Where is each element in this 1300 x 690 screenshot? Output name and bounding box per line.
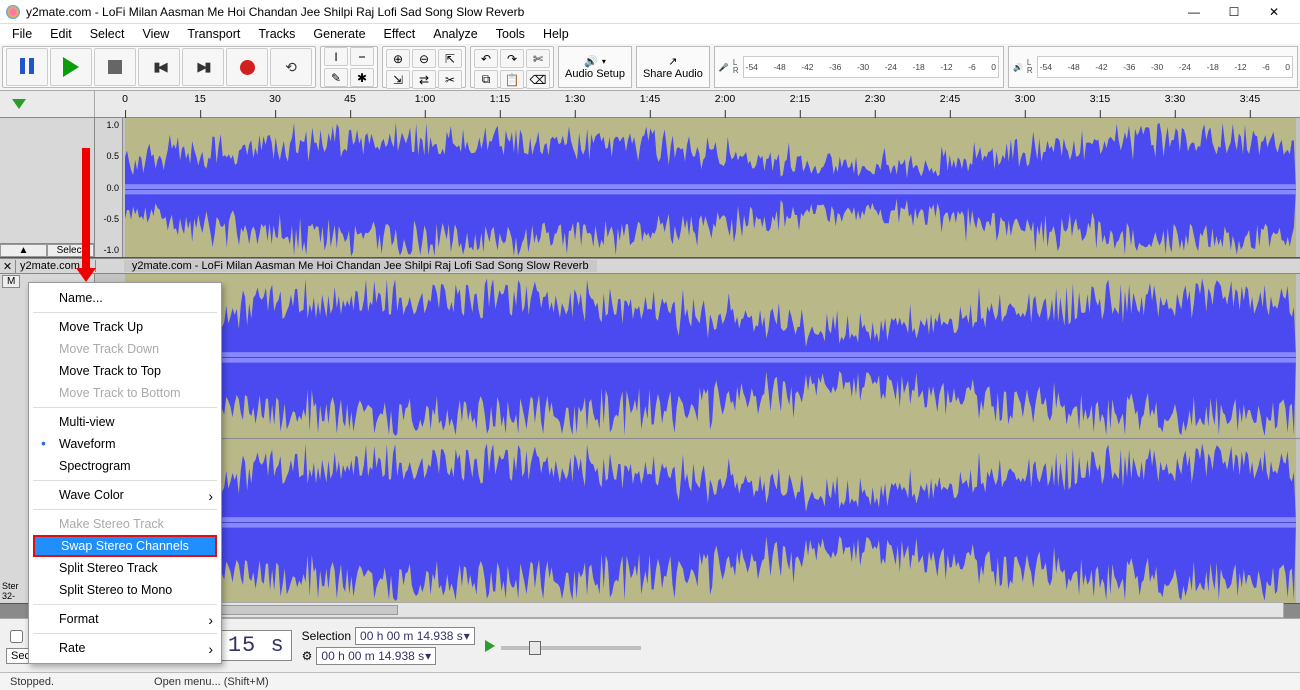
menu-move-bottom[interactable]: Move Track to Bottom — [29, 382, 221, 404]
record-meter[interactable]: 🎤 LR -54-48-42-36-30-24-18-12-60 — [714, 46, 1004, 88]
snap-checkbox[interactable] — [10, 630, 23, 643]
annotation-arrow-icon — [82, 148, 90, 268]
track-2-waveform[interactable] — [95, 274, 1300, 603]
menu-split-stereo[interactable]: Split Stereo Track — [29, 557, 221, 579]
gear-icon[interactable]: ⚙ — [302, 649, 313, 663]
window-title: y2mate.com - LoFi Milan Aasman Me Hoi Ch… — [26, 5, 1174, 19]
draw-tool-icon[interactable]: ✎ — [324, 68, 348, 87]
status-right: Open menu... (Shift+M) — [154, 676, 269, 688]
track-2-close-button[interactable]: ✕ — [0, 260, 16, 273]
play-button[interactable] — [50, 48, 92, 86]
record-button[interactable] — [226, 48, 268, 86]
playback-meter[interactable]: 🔊 LR -54-48-42-36-30-24-18-12-60 — [1008, 46, 1298, 88]
menu-tracks[interactable]: Tracks — [250, 25, 303, 43]
undo-icon[interactable]: ↶ — [474, 49, 498, 68]
app-logo-icon — [6, 5, 20, 19]
paste-icon[interactable]: 📋 — [500, 70, 524, 89]
menu-generate[interactable]: Generate — [305, 25, 373, 43]
menu-make-stereo[interactable]: Make Stereo Track — [29, 513, 221, 535]
play-at-speed-icon[interactable] — [485, 640, 495, 652]
playback-speed-slider[interactable] — [501, 646, 641, 650]
minimize-button[interactable]: — — [1174, 0, 1214, 24]
fit-project-icon[interactable]: ⇲ — [386, 70, 410, 89]
share-audio-button[interactable]: ↗ Share Audio — [636, 46, 710, 88]
track-2-title: y2mate.com - LoFi Milan Aasman Me Hoi Ch… — [124, 260, 597, 272]
menu-tools[interactable]: Tools — [488, 25, 533, 43]
tools-group: I ⎯ ✎ ✱ — [320, 46, 378, 88]
cut-icon[interactable]: ✄ — [526, 49, 550, 68]
maximize-button[interactable]: ☐ — [1214, 0, 1254, 24]
menu-spectrogram[interactable]: Spectrogram — [29, 455, 221, 477]
menu-view[interactable]: View — [134, 25, 177, 43]
mute-button[interactable]: M — [2, 275, 20, 288]
zoom-edit-group: ⊕ ⊖ ⇱ ⇲ ⇄ ✂ — [382, 46, 466, 88]
silence-icon[interactable]: ⌫ — [526, 70, 550, 89]
zoom-toggle-icon[interactable]: ⇄ — [412, 70, 436, 89]
copy-icon[interactable]: ⧉ — [474, 70, 498, 89]
menu-move-up[interactable]: Move Track Up — [29, 316, 221, 338]
pause-button[interactable] — [6, 48, 48, 86]
fit-selection-icon[interactable]: ⇱ — [438, 49, 462, 68]
timeline-ruler[interactable]: 01530451:001:151:301:452:002:152:302:453… — [0, 90, 1300, 118]
menu-transport[interactable]: Transport — [179, 25, 248, 43]
speaker-meter-icon: 🔊 — [1013, 63, 1023, 72]
loop-button[interactable]: ⟲ — [270, 48, 312, 86]
toolbar: ▮◀ ▶▮ ⟲ I ⎯ ✎ ✱ ⊕ ⊖ ⇱ ⇲ ⇄ ✂ ↶ ↷ ✄ ⧉ 📋 ⌫ … — [0, 44, 1300, 90]
selection-end[interactable]: 00 h 00 m 14.938 s▾ — [316, 647, 436, 665]
transport-controls: ▮◀ ▶▮ ⟲ — [2, 46, 316, 88]
menu-move-top[interactable]: Move Track to Top — [29, 360, 221, 382]
zoom-out-icon[interactable]: ⊖ — [412, 49, 436, 68]
menu-bar: File Edit Select View Transport Tracks G… — [0, 24, 1300, 44]
menu-move-down[interactable]: Move Track Down — [29, 338, 221, 360]
close-button[interactable]: ✕ — [1254, 0, 1294, 24]
selection-tool-icon[interactable]: I — [324, 47, 348, 66]
menu-split-mono[interactable]: Split Stereo to Mono — [29, 579, 221, 601]
skip-start-button[interactable]: ▮◀ — [138, 48, 180, 86]
menu-format[interactable]: Format — [29, 608, 221, 630]
menu-wave-color[interactable]: Wave Color — [29, 484, 221, 506]
menu-select[interactable]: Select — [82, 25, 133, 43]
audio-setup-button[interactable]: 🔊▾ Audio Setup — [558, 46, 632, 88]
track-1-collapse[interactable]: ▲ — [0, 244, 47, 257]
menu-multi-view[interactable]: Multi-view — [29, 411, 221, 433]
horizontal-scrollbar[interactable] — [95, 602, 1284, 618]
multi-tool-icon[interactable]: ✱ — [350, 68, 374, 87]
stop-button[interactable] — [94, 48, 136, 86]
skip-end-button[interactable]: ▶▮ — [182, 48, 224, 86]
envelope-tool-icon[interactable]: ⎯ — [350, 47, 374, 66]
share-icon: ↗ — [668, 55, 677, 68]
selection-start[interactable]: 00 h 00 m 14.938 s▾ — [355, 627, 475, 645]
menu-name[interactable]: Name... — [29, 287, 221, 309]
speaker-icon: 🔊 — [584, 55, 598, 68]
selection-label: Selection — [302, 629, 351, 643]
track-1-control[interactable]: ▲ Select — [0, 118, 95, 257]
status-left: Stopped. — [10, 676, 54, 688]
menu-help[interactable]: Help — [535, 25, 577, 43]
edit-group: ↶ ↷ ✄ ⧉ 📋 ⌫ — [470, 46, 554, 88]
track-1-waveform[interactable]: 1.0 0.5 0.0 -0.5 -1.0 — [95, 118, 1300, 257]
track-context-menu: Name... Move Track Up Move Track Down Mo… — [28, 282, 222, 664]
track-1: ▲ Select 1.0 0.5 0.0 -0.5 -1.0 — [0, 118, 1300, 258]
redo-icon[interactable]: ↷ — [500, 49, 524, 68]
trim-icon[interactable]: ✂ — [438, 70, 462, 89]
status-bar: Stopped. Open menu... (Shift+M) — [0, 672, 1300, 690]
menu-rate[interactable]: Rate — [29, 637, 221, 659]
menu-edit[interactable]: Edit — [42, 25, 80, 43]
menu-file[interactable]: File — [4, 25, 40, 43]
playback-head-icon — [12, 99, 26, 109]
mic-icon: 🎤 — [719, 63, 729, 72]
menu-waveform[interactable]: Waveform — [29, 433, 221, 455]
menu-effect[interactable]: Effect — [376, 25, 424, 43]
menu-analyze[interactable]: Analyze — [425, 25, 485, 43]
title-bar: y2mate.com - LoFi Milan Aasman Me Hoi Ch… — [0, 0, 1300, 24]
menu-swap-stereo[interactable]: Swap Stereo Channels — [33, 535, 217, 557]
zoom-in-icon[interactable]: ⊕ — [386, 49, 410, 68]
